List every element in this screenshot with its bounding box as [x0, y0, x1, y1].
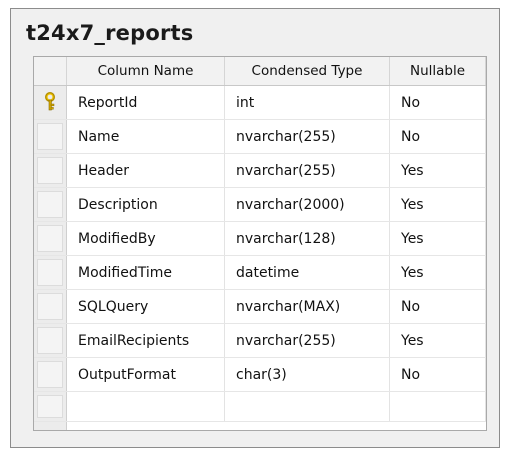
column-name-cell[interactable]: SQLQuery — [67, 290, 225, 323]
row-selector-box — [37, 157, 63, 184]
condensed-type-cell[interactable]: int — [225, 86, 390, 119]
condensed-type-cell[interactable]: datetime — [225, 256, 390, 289]
table-row[interactable]: OutputFormat char(3) No — [34, 358, 486, 392]
row-selector-header — [34, 57, 67, 85]
condensed-type-cell[interactable]: nvarchar(255) — [225, 120, 390, 153]
condensed-type-header[interactable]: Condensed Type — [225, 57, 390, 85]
nullable-cell[interactable]: Yes — [390, 324, 486, 357]
column-name-cell[interactable]: ModifiedTime — [67, 256, 225, 289]
row-selector-box — [37, 225, 63, 252]
nullable-cell[interactable]: Yes — [390, 256, 486, 289]
new-row[interactable] — [34, 392, 486, 422]
row-selector[interactable] — [34, 222, 67, 255]
row-selector[interactable] — [34, 290, 67, 323]
condensed-type-cell[interactable]: nvarchar(2000) — [225, 188, 390, 221]
nullable-cell[interactable]: Yes — [390, 222, 486, 255]
row-selector[interactable] — [34, 154, 67, 187]
nullable-cell[interactable]: Yes — [390, 188, 486, 221]
row-selector[interactable] — [34, 358, 67, 391]
nullable-cell[interactable]: No — [390, 120, 486, 153]
table-row[interactable]: ReportId int No — [34, 86, 486, 120]
nullable-cell[interactable] — [390, 392, 486, 421]
row-selector-box — [37, 191, 63, 218]
column-name-header[interactable]: Column Name — [67, 57, 225, 85]
grid-header-row: Column Name Condensed Type Nullable — [34, 57, 486, 86]
row-selector[interactable] — [34, 86, 67, 119]
table-title: t24x7_reports — [26, 21, 194, 45]
nullable-cell[interactable]: No — [390, 290, 486, 323]
row-selector-box — [37, 395, 63, 418]
table-row[interactable]: SQLQuery nvarchar(MAX) No — [34, 290, 486, 324]
condensed-type-cell[interactable]: nvarchar(128) — [225, 222, 390, 255]
condensed-type-cell[interactable]: char(3) — [225, 358, 390, 391]
columns-grid[interactable]: Column Name Condensed Type Nullable Repo… — [33, 56, 487, 431]
table-row[interactable]: Name nvarchar(255) No — [34, 120, 486, 154]
row-selector-box — [37, 293, 63, 320]
primary-key-icon — [45, 92, 55, 111]
column-name-cell[interactable]: ModifiedBy — [67, 222, 225, 255]
table-row[interactable]: ModifiedTime datetime Yes — [34, 256, 486, 290]
column-name-cell[interactable]: Name — [67, 120, 225, 153]
nullable-header[interactable]: Nullable — [390, 57, 486, 85]
nullable-cell[interactable]: No — [390, 358, 486, 391]
table-row[interactable]: ModifiedBy nvarchar(128) Yes — [34, 222, 486, 256]
nullable-cell[interactable]: Yes — [390, 154, 486, 187]
row-selector[interactable] — [34, 188, 67, 221]
condensed-type-cell[interactable]: nvarchar(MAX) — [225, 290, 390, 323]
row-selector-box — [37, 327, 63, 354]
row-selector-box — [37, 259, 63, 286]
table-designer-window[interactable]: t24x7_reports Column Name Condensed Type… — [10, 8, 500, 448]
column-name-cell[interactable]: ReportId — [67, 86, 225, 119]
row-selector-strip — [34, 422, 67, 430]
row-selector[interactable] — [34, 392, 67, 421]
row-selector[interactable] — [34, 324, 67, 357]
condensed-type-cell[interactable]: nvarchar(255) — [225, 154, 390, 187]
table-row[interactable]: Header nvarchar(255) Yes — [34, 154, 486, 188]
column-name-cell[interactable]: Description — [67, 188, 225, 221]
condensed-type-cell[interactable] — [225, 392, 390, 421]
column-name-cell[interactable]: Header — [67, 154, 225, 187]
row-selector-box — [37, 123, 63, 150]
nullable-cell[interactable]: No — [390, 86, 486, 119]
column-name-cell[interactable]: EmailRecipients — [67, 324, 225, 357]
row-selector[interactable] — [34, 256, 67, 289]
row-selector[interactable] — [34, 120, 67, 153]
condensed-type-cell[interactable]: nvarchar(255) — [225, 324, 390, 357]
row-selector-box — [37, 361, 63, 388]
table-row[interactable]: EmailRecipients nvarchar(255) Yes — [34, 324, 486, 358]
column-name-cell[interactable]: OutputFormat — [67, 358, 225, 391]
column-name-cell[interactable] — [67, 392, 225, 421]
table-row[interactable]: Description nvarchar(2000) Yes — [34, 188, 486, 222]
